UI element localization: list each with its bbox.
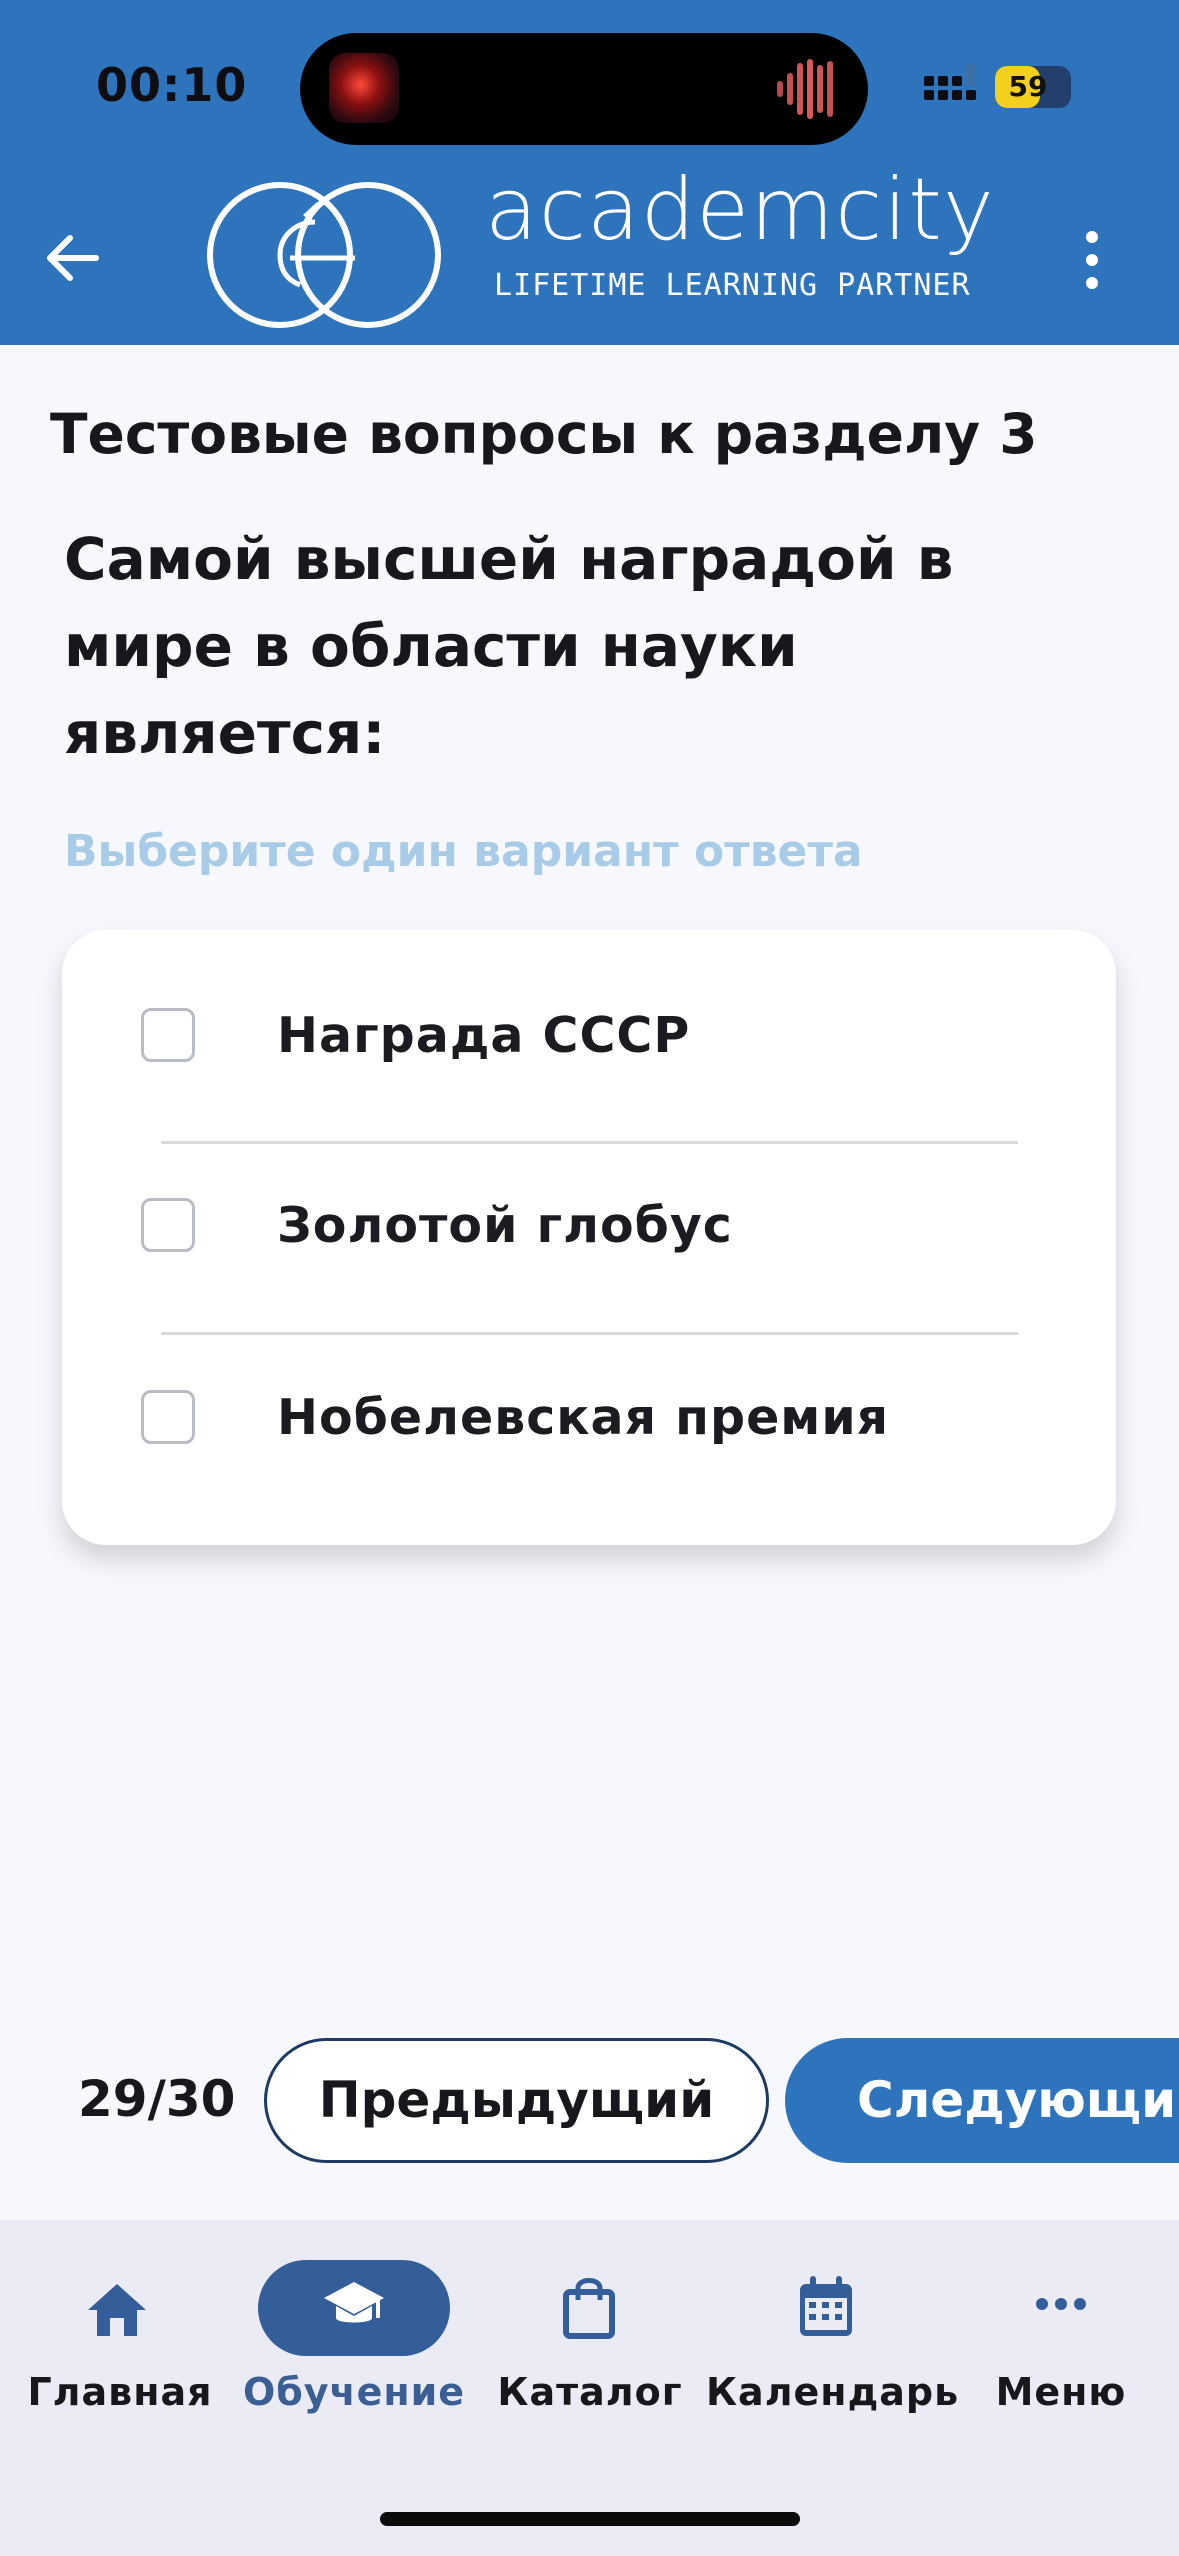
audio-waveform-icon [777, 59, 833, 119]
previous-button[interactable]: Предыдущий [264, 2038, 769, 2163]
section-title: Тестовые вопросы к разделу 3 [50, 402, 1038, 466]
nav-item-calendar[interactable]: Календарь [706, 2220, 960, 2420]
nav-item-menu[interactable]: Меню [944, 2220, 1179, 2420]
nav-item-catalog[interactable]: Каталог [472, 2220, 708, 2420]
battery-indicator: 59 [995, 66, 1071, 108]
question-line: мире в области науки [64, 612, 798, 680]
nav-label: Главная [27, 2370, 213, 2414]
calendar-icon [800, 2276, 852, 2336]
answer-hint: Выберите один вариант ответа [64, 826, 863, 877]
answer-checkbox[interactable] [141, 1198, 195, 1252]
answer-option-label: Золотой глобус [277, 1197, 733, 1254]
graduation-cap-icon [324, 2282, 384, 2323]
question-line: Самой высшей наградой в [64, 525, 954, 593]
next-button[interactable]: Следующий [785, 2038, 1179, 2163]
dynamic-island [300, 33, 868, 145]
question-line: является: [64, 699, 386, 767]
shopping-bag-icon [563, 2278, 615, 2339]
option-divider [161, 1332, 1018, 1335]
answer-option-label: Награда СССР [277, 1007, 691, 1064]
now-playing-artwork [329, 53, 399, 123]
battery-level: 59 [1008, 70, 1048, 103]
nav-item-learning[interactable]: Обучение [236, 2220, 472, 2420]
more-horizontal-icon [1036, 2298, 1086, 2310]
more-vertical-icon [1086, 231, 1098, 289]
answer-option[interactable]: Нобелевская премия [62, 1343, 1116, 1493]
app-header: 00:10 59 academcity LIFETIME LEARNING PA… [0, 0, 1179, 345]
answer-checkbox[interactable] [141, 1008, 195, 1062]
nav-label: Календарь [706, 2370, 960, 2414]
answer-options-card: Награда СССР Золотой глобус Нобелевская … [62, 930, 1116, 1545]
home-indicator [380, 2512, 800, 2526]
question-counter: 29/30 [78, 2070, 236, 2128]
more-options-button[interactable] [1070, 225, 1114, 295]
academcity-logo-icon [207, 182, 441, 328]
answer-option[interactable]: Награда СССР [62, 960, 1116, 1110]
cellular-signal-icon [924, 64, 976, 100]
brand-tagline: LIFETIME LEARNING PARTNER [494, 268, 971, 303]
question-text: Самой высшей наградой в мире в области н… [64, 516, 1064, 777]
nav-item-home[interactable]: Главная [0, 2220, 236, 2420]
arrow-left-icon [47, 235, 99, 281]
bottom-navigation: Главная Обучение Каталог Календарь Меню [0, 2220, 1179, 2556]
answer-option-label: Нобелевская премия [277, 1389, 890, 1446]
nav-label: Каталог [497, 2370, 683, 2414]
nav-label: Меню [995, 2370, 1127, 2414]
status-time: 00:10 [96, 58, 248, 112]
back-button[interactable] [40, 225, 106, 291]
home-icon [88, 2284, 146, 2336]
option-divider [161, 1141, 1018, 1144]
brand-name: academcity [485, 160, 995, 260]
nav-label: Обучение [242, 2370, 466, 2414]
answer-option[interactable]: Золотой глобус [62, 1152, 1116, 1302]
answer-checkbox[interactable] [141, 1390, 195, 1444]
